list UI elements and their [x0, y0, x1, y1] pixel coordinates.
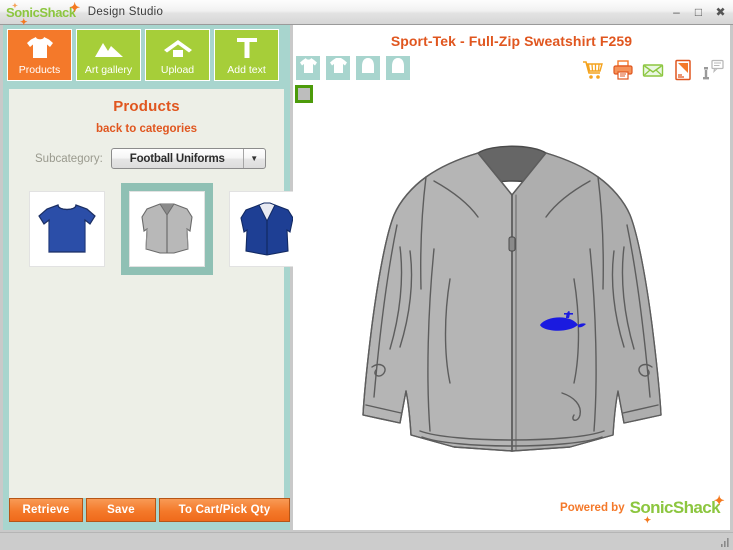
- edit-icon[interactable]: [672, 59, 694, 81]
- tshirt-icon: [8, 30, 71, 65]
- upload-icon: [146, 30, 209, 65]
- subcategory-label: Subcategory:: [35, 152, 103, 165]
- shirt-back-icon: [329, 57, 348, 79]
- email-icon[interactable]: [642, 59, 664, 81]
- nav-label-add-text: Add text: [227, 64, 266, 76]
- sleeve-left-icon: [361, 57, 375, 79]
- status-bar: [0, 532, 733, 550]
- save-button[interactable]: Save: [86, 498, 156, 522]
- powered-by-logo: ✦ ✦ SonicShack: [629, 494, 725, 525]
- view-left-sleeve-button[interactable]: [355, 55, 381, 81]
- nav-button-products[interactable]: Products: [7, 29, 72, 81]
- thumb-image-gray-jacket: [129, 191, 205, 267]
- info-icon[interactable]: [702, 59, 724, 81]
- mountains-icon: [77, 30, 140, 65]
- product-thumbnail-list: [9, 169, 305, 275]
- products-panel: Products back to categories Subcategory:…: [9, 89, 305, 498]
- color-swatch-row: [295, 81, 730, 103]
- main-nav: Products Art gallery Upload Add text: [3, 25, 290, 85]
- back-to-categories-link[interactable]: back to categories: [9, 115, 284, 135]
- app-logo: ✦ Sonic Shack ✦ ✦: [6, 1, 80, 27]
- subcategory-row: Subcategory: Football Uniforms ▼: [9, 135, 284, 169]
- design-canvas[interactable]: [293, 129, 730, 494]
- logo-star-small-icon: ✦: [12, 2, 18, 10]
- sleeve-right-icon: [391, 57, 405, 79]
- print-icon[interactable]: [612, 59, 634, 81]
- nav-label-products: Products: [18, 64, 61, 76]
- powered-by-text: Powered by: [560, 502, 625, 514]
- design-studio-window: ✦ Sonic Shack ✦ ✦ Design Studio – □ ✖ Pro…: [0, 0, 733, 550]
- view-front-button[interactable]: [295, 55, 321, 81]
- resize-grip[interactable]: [718, 536, 730, 548]
- color-swatch-gray[interactable]: [295, 85, 313, 103]
- design-product-title: Sport-Tek - Full-Zip Sweatshirt F259: [390, 33, 633, 49]
- maximize-button[interactable]: □: [692, 6, 705, 19]
- close-button[interactable]: ✖: [714, 6, 727, 19]
- nav-label-art-gallery: Art gallery: [84, 64, 133, 76]
- left-panel: Products Art gallery Upload Add text Pro…: [3, 25, 305, 530]
- shirt-front-icon: [299, 57, 318, 79]
- powered-by: Powered by ✦ ✦ SonicShack: [560, 494, 725, 525]
- chevron-down-icon: ▼: [242, 149, 265, 168]
- subcategory-selected-value: Football Uniforms: [129, 152, 225, 165]
- design-panel: Sport-Tek - Full-Zip Sweatshirt F259 Pow…: [293, 25, 730, 530]
- retrieve-button[interactable]: Retrieve: [9, 498, 83, 522]
- design-action-icons: [582, 59, 724, 81]
- powered-logo-part1: Sonic: [629, 498, 674, 517]
- powered-star-icon: ✦: [713, 493, 725, 508]
- nav-button-add-text[interactable]: Add text: [214, 29, 279, 81]
- window-titlebar: ✦ Sonic Shack ✦ ✦ Design Studio – □ ✖: [0, 0, 733, 27]
- to-cart-button[interactable]: To Cart/Pick Qty: [159, 498, 290, 522]
- thumb-image-blue-tshirt: [29, 191, 105, 267]
- product-thumb-blue-tshirt[interactable]: [21, 183, 113, 275]
- text-t-icon: [215, 30, 278, 65]
- product-thumb-gray-jacket[interactable]: [121, 183, 213, 275]
- nav-button-upload[interactable]: Upload: [145, 29, 210, 81]
- cart-icon[interactable]: [582, 59, 604, 81]
- minimize-button[interactable]: –: [670, 6, 683, 19]
- window-title: Design Studio: [87, 6, 164, 18]
- action-button-row: Retrieve Save To Cart/Pick Qty: [9, 498, 290, 522]
- subcategory-select[interactable]: Football Uniforms ▼: [110, 148, 266, 169]
- powered-star-lower-icon: ✦: [643, 515, 652, 525]
- garment-preview: [361, 145, 662, 452]
- panel-title: Products: [113, 98, 180, 115]
- design-toolbar: [293, 49, 730, 111]
- logo-star-icon: ✦: [69, 0, 80, 15]
- view-right-sleeve-button[interactable]: [385, 55, 411, 81]
- nav-label-upload: Upload: [160, 64, 195, 76]
- window-controls: – □ ✖: [670, 0, 727, 25]
- nav-button-art-gallery[interactable]: Art gallery: [76, 29, 141, 81]
- view-back-button[interactable]: [325, 55, 351, 81]
